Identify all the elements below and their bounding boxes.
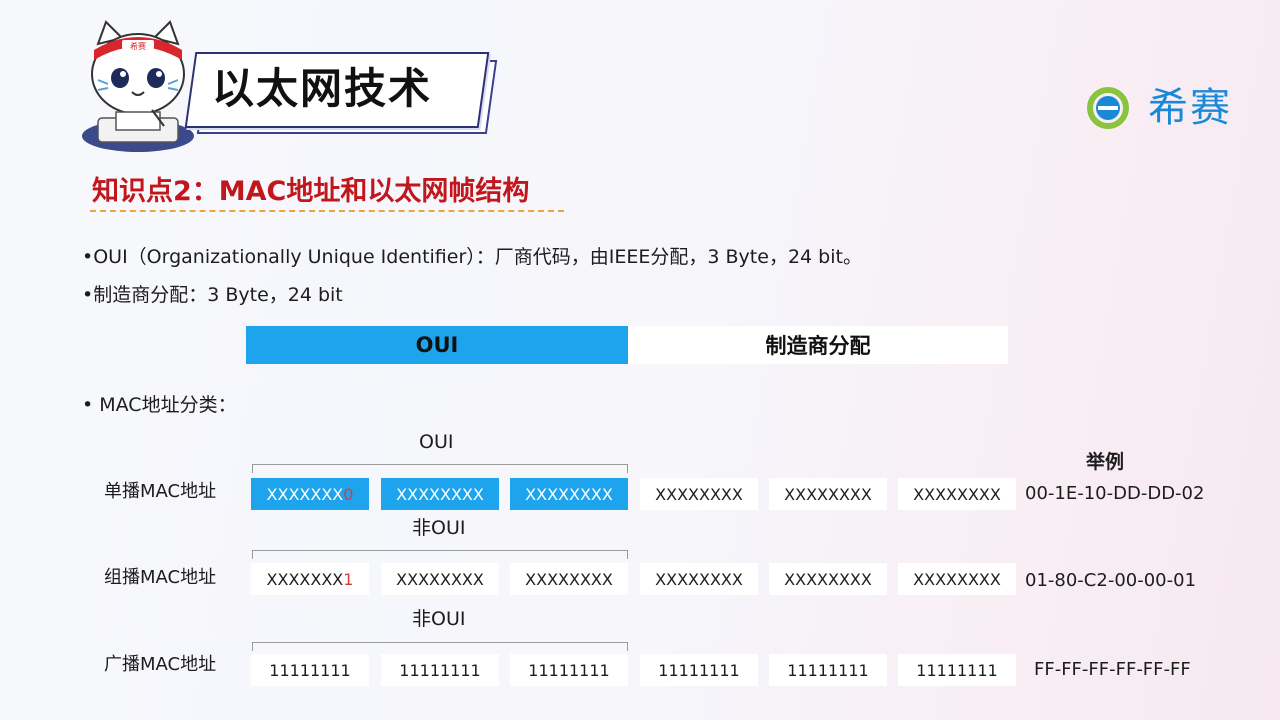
mac-byte-cell: XXXXXXXX bbox=[510, 563, 628, 595]
mac-byte-cell: 11111111 bbox=[898, 654, 1016, 686]
ig-bit: 1 bbox=[343, 569, 354, 589]
mac-byte-cell: 11111111 bbox=[640, 654, 758, 686]
group-bracket bbox=[252, 642, 628, 651]
oui-segment: OUI bbox=[246, 326, 628, 364]
example-broadcast: FF-FF-FF-FF-FF-FF bbox=[1034, 659, 1191, 680]
mac-byte-cell: XXXXXXXX bbox=[769, 478, 887, 510]
logo-text: 希赛 bbox=[1148, 85, 1232, 131]
row-label-broadcast: 广播MAC地址 bbox=[104, 654, 217, 675]
mac-byte-cell: XXXXXXXX bbox=[510, 478, 628, 510]
row-label-multicast: 组播MAC地址 bbox=[104, 567, 217, 588]
mac-classification-heading: • MAC地址分类： bbox=[82, 394, 237, 416]
mac-byte-cell: XXXXXXX 0 bbox=[251, 478, 369, 510]
mac-byte-cell: XXXXXXX 1 bbox=[251, 563, 369, 595]
mac-byte-cell: 11111111 bbox=[510, 654, 628, 686]
mac-byte-cell: XXXXXXXX bbox=[381, 563, 499, 595]
bullet-manufacturer: •制造商分配：3 Byte，24 bit bbox=[82, 284, 343, 306]
mascot-cat-icon: 希赛 bbox=[82, 20, 194, 152]
svg-text:希赛: 希赛 bbox=[130, 41, 146, 51]
bullet-oui: •OUI（Organizationally Unique Identifier）… bbox=[82, 246, 862, 268]
group-bracket bbox=[252, 550, 628, 559]
manufacturer-segment: 制造商分配 bbox=[628, 326, 1008, 364]
row-label-unicast: 单播MAC地址 bbox=[104, 481, 217, 502]
group-bracket bbox=[252, 464, 628, 473]
mac-byte-cell: XXXXXXXX bbox=[769, 563, 887, 595]
group-label-non-oui: 非OUI bbox=[412, 608, 466, 630]
mac-byte-cell: 11111111 bbox=[381, 654, 499, 686]
group-label-oui: OUI bbox=[419, 431, 454, 453]
knowledge-point-underline bbox=[90, 210, 564, 212]
mac-byte-cell: XXXXXXXX bbox=[898, 563, 1016, 595]
mac-byte-cell: 11111111 bbox=[769, 654, 887, 686]
page-title: 以太网技术 bbox=[212, 64, 433, 113]
example-multicast: 01-80-C2-00-00-01 bbox=[1025, 570, 1197, 591]
mac-byte-cell: XXXXXXXX bbox=[898, 478, 1016, 510]
mac-byte-cell: XXXXXXXX bbox=[640, 478, 758, 510]
ig-bit: 0 bbox=[343, 484, 354, 504]
mac-byte-cell: 11111111 bbox=[251, 654, 369, 686]
mac-byte-cell: XXXXXXXX bbox=[640, 563, 758, 595]
mac-byte-cell: XXXXXXXX bbox=[381, 478, 499, 510]
example-unicast: 00-1E-10-DD-DD-02 bbox=[1025, 483, 1205, 504]
group-label-non-oui: 非OUI bbox=[412, 517, 466, 539]
knowledge-point-title: 知识点2：MAC地址和以太网帧结构 bbox=[92, 176, 530, 207]
example-heading: 举例 bbox=[1086, 451, 1125, 473]
